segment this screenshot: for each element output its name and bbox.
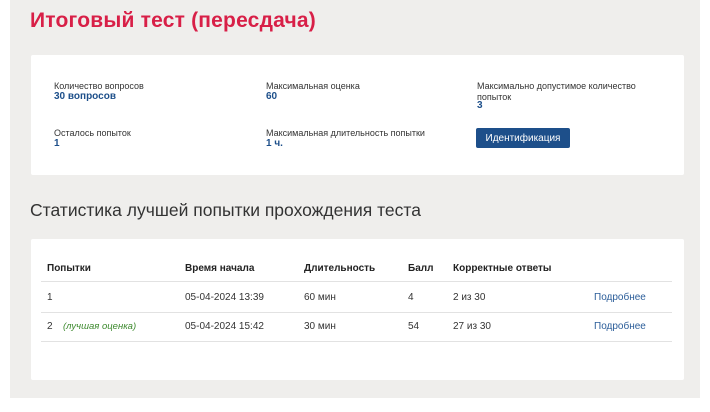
max-score-label: Максимальная оценка [266,81,360,91]
column-header-correct-answers: Корректные ответы [453,263,552,274]
attempts-left-label: Осталось попыток [54,128,131,138]
correct-answers: 27 из 30 [453,321,491,332]
header-divider [41,281,672,282]
max-score-value: 60 [266,91,278,102]
start-time: 05-04-2024 15:42 [185,321,264,332]
attempt-number: 1 [47,292,53,303]
column-header-score: Балл [408,263,434,274]
max-attempts-value: 3 [477,100,483,111]
max-duration-value: 1 ч. [266,138,283,149]
score: 4 [408,292,414,303]
row-divider [41,341,672,342]
stats-section-title: Статистика лучшей попытки прохождения те… [30,200,421,220]
best-score-label: (лучшая оценка) [63,321,137,332]
details-link[interactable]: Подробнее [594,321,646,333]
row-divider [41,312,672,313]
details-link[interactable]: Подробнее [594,292,646,304]
test-info-card: Количество вопросов 30 вопросов Максимал… [31,55,684,175]
identification-button[interactable]: Идентификация [476,128,570,148]
questions-count-value: 30 вопросов [54,91,116,102]
duration: 60 мин [304,292,336,303]
duration: 30 мин [304,321,336,332]
attempts-table: Попытки Время начала Длительность Балл К… [31,239,684,380]
max-attempts-label: Максимально допустимое количество попыто… [477,81,636,102]
column-header-start-time: Время начала [185,263,255,274]
correct-answers: 2 из 30 [453,292,486,303]
column-header-attempts: Попытки [47,263,91,274]
page-title: Итоговый тест (пересдача) [30,9,316,32]
attempts-left-value: 1 [54,138,60,149]
max-duration-label: Максимальная длительность попытки [266,128,425,138]
start-time: 05-04-2024 13:39 [185,292,264,303]
score: 54 [408,321,420,332]
column-header-duration: Длительность [304,263,376,274]
attempt-number: 2 [47,321,53,332]
